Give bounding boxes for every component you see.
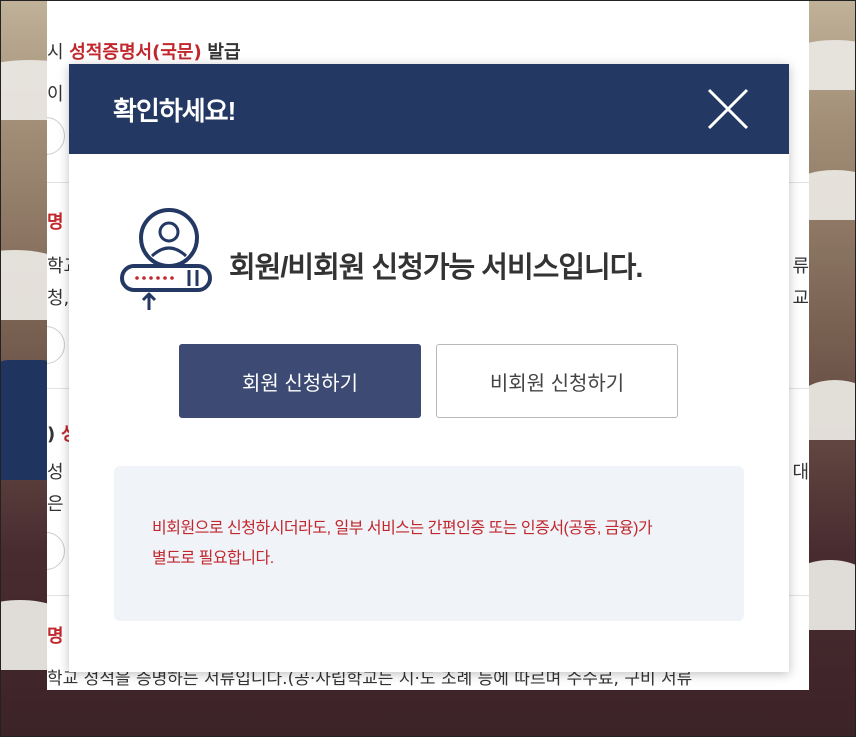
member-apply-button[interactable]: 회원 신청하기	[179, 344, 421, 418]
modal-headline: 회원/비회원 신청가능 서비스입니다.	[229, 252, 643, 284]
guest-apply-button[interactable]: 비회원 신청하기	[436, 344, 678, 418]
section-heading: 시 성적증명서(국문) 발급	[47, 42, 241, 63]
radio-button[interactable]	[47, 326, 65, 364]
modal-title: 확인하세요!	[113, 96, 236, 126]
close-icon[interactable]	[705, 86, 751, 132]
section-text: 성	[47, 462, 64, 483]
section-text: 은	[47, 494, 64, 515]
notice-text: 비회원으로 신청하시더라도, 일부 서비스는 간편인증 또는 인증서(공동, 금…	[152, 520, 653, 537]
section-text: 청,	[47, 288, 70, 309]
section-text: 대	[792, 462, 809, 483]
notice-text: 별도로 필요합니다.	[152, 550, 274, 567]
section-heading: 명	[47, 626, 64, 647]
user-login-icon	[117, 206, 215, 314]
notice-box: 비회원으로 신청하시더라도, 일부 서비스는 간편인증 또는 인증서(공동, 금…	[114, 466, 744, 621]
section-text: 교	[792, 288, 809, 309]
section-text: 류	[792, 256, 809, 277]
radio-button[interactable]	[47, 117, 65, 155]
radio-button[interactable]	[47, 532, 65, 570]
section-heading: 명	[47, 212, 64, 233]
confirm-modal: 확인하세요! 회원/비회원 신청가능 서비스입니다. 회원 신청하기 비회원 신…	[69, 64, 789, 672]
modal-header: 확인하세요!	[69, 64, 789, 154]
